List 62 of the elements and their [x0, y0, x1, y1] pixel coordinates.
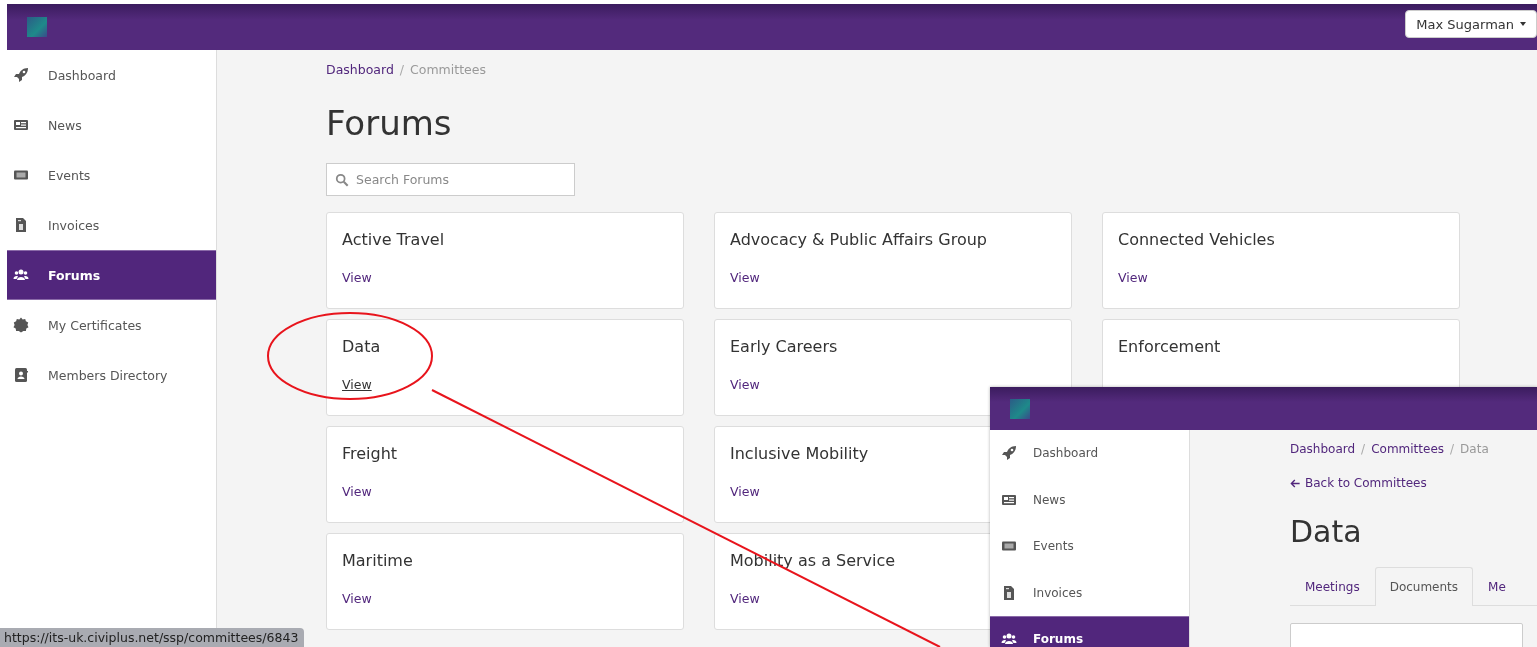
logo[interactable] [1010, 398, 1030, 419]
page-title: Forums [326, 102, 453, 144]
breadcrumb-link[interactable]: Dashboard [1290, 442, 1356, 456]
rocket-icon [1001, 445, 1017, 462]
view-link[interactable]: View [730, 591, 760, 606]
view-link[interactable]: View [342, 270, 372, 285]
users-icon [13, 267, 29, 283]
breadcrumb-link[interactable]: Dashboard [326, 62, 394, 77]
forum-title: Maritime [342, 550, 413, 572]
tab[interactable]: Documents [1374, 567, 1474, 606]
sidebar-item[interactable]: Invoices [990, 569, 1189, 616]
search-field[interactable] [1290, 623, 1523, 647]
page-title: Data [1290, 513, 1363, 551]
sidebar-item[interactable]: Members Directory [7, 350, 216, 400]
view-link[interactable]: View [342, 377, 372, 392]
back-link[interactable]: Back to Committees [1290, 476, 1427, 490]
forum-title: Enforcement [1118, 336, 1221, 358]
arrow-left-icon [1290, 477, 1301, 489]
search-field[interactable]: Search Forums [326, 163, 575, 196]
view-link[interactable]: View [730, 377, 760, 392]
breadcrumb-separator: / [1361, 442, 1366, 456]
breadcrumb-separator: / [1450, 442, 1455, 456]
sidebar-item[interactable]: Dashboard [7, 50, 216, 100]
user-menu-button[interactable]: Max Sugarman [1405, 10, 1537, 38]
search-icon [335, 173, 349, 187]
sidebar-item[interactable]: My Certificates [7, 300, 216, 350]
tab[interactable]: Meetings [1290, 567, 1375, 605]
forum-title: Connected Vehicles [1118, 229, 1275, 251]
status-bar-url: https://its-uk.civiplus.net/ssp/committees/6843 [0, 628, 305, 647]
contact-book-icon [13, 367, 29, 383]
sidebar-item[interactable]: Events [990, 523, 1189, 570]
sidebar-item[interactable]: News [7, 100, 216, 150]
forum-title: Active Travel [342, 229, 445, 251]
users-icon [1001, 631, 1017, 647]
sidebar-item[interactable]: Dashboard [990, 430, 1189, 477]
forum-title: Early Careers [730, 336, 838, 358]
sidebar-item[interactable]: Invoices [7, 200, 216, 250]
breadcrumb-link[interactable]: Committees [1371, 442, 1445, 456]
logo[interactable] [27, 17, 47, 37]
forum-title: Freight [342, 443, 398, 465]
sidebar-item[interactable]: Forums [7, 250, 216, 300]
newspaper-icon [13, 117, 29, 133]
view-link[interactable]: View [730, 270, 760, 285]
breadcrumb-current: Committees [410, 62, 486, 77]
sidebar-item[interactable]: Forums [990, 616, 1189, 647]
view-link[interactable]: View [342, 591, 372, 606]
view-link[interactable]: View [342, 484, 372, 499]
seal-icon [13, 317, 29, 333]
breadcrumb-current: Data [1460, 442, 1489, 456]
forum-title: Inclusive Mobility [730, 443, 869, 465]
rocket-icon [13, 67, 29, 83]
document-icon [13, 217, 29, 233]
forum-title: Data [342, 336, 381, 358]
sidebar-item[interactable]: Events [7, 150, 216, 200]
breadcrumb-separator: / [399, 62, 405, 77]
view-link[interactable]: View [730, 484, 760, 499]
tab[interactable]: Me [1473, 567, 1521, 605]
caret-icon [1520, 22, 1526, 26]
forum-title: Advocacy & Public Affairs Group [730, 229, 987, 251]
view-link[interactable]: View [1118, 270, 1148, 285]
document-icon [1001, 584, 1017, 601]
sidebar-item[interactable]: News [990, 476, 1189, 523]
